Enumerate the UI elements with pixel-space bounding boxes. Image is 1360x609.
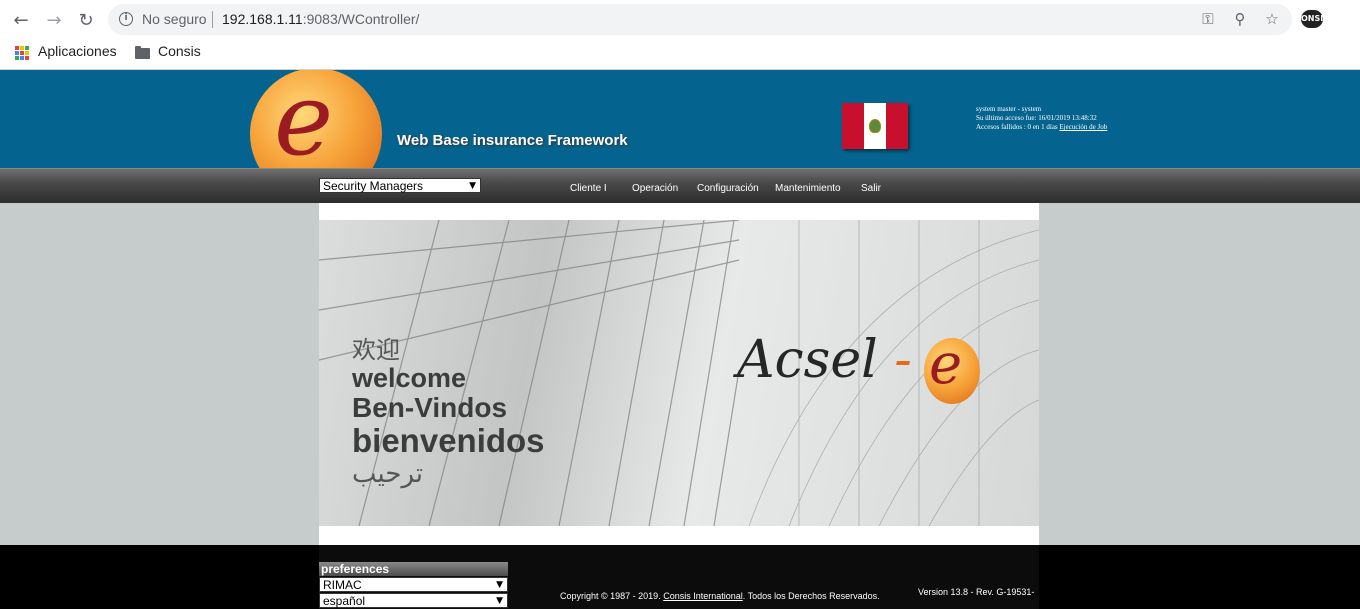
dropdown-arrow-icon: ▼ [496, 580, 503, 590]
last-access: Su último acceso fue: 16/01/2019 13:48:3… [976, 114, 1097, 122]
apps-grid-icon[interactable] [15, 46, 29, 60]
acsel-e-letter: e [929, 332, 963, 397]
info-icon[interactable]: i [119, 12, 133, 26]
user-name: system master - system [976, 105, 1042, 113]
greeting-chinese: 欢迎 [352, 337, 400, 364]
language-select[interactable]: español ▼ [319, 593, 508, 608]
failed-access: Accesos fallidos : 0 en 1 días [976, 123, 1058, 131]
preferences-title: preferences [319, 562, 508, 576]
tagline: Web Base insurance Framework [397, 132, 628, 149]
security-label[interactable]: No seguro [142, 11, 207, 27]
menu-bar: Security Managers ▼ Cliente I Operación C… [0, 168, 1360, 203]
greeting-english: welcome [352, 363, 467, 393]
divider [212, 11, 213, 28]
forward-arrow-icon[interactable]: → [42, 8, 66, 32]
peru-flag-icon [842, 103, 908, 149]
zoom-icon[interactable]: ⚲ [1230, 10, 1250, 30]
job-execution-link[interactable]: Ejecución de Job [1059, 123, 1107, 131]
greeting-portuguese: Ben-Vindos [352, 392, 508, 423]
consis-link[interactable]: Consis International [663, 591, 743, 601]
menu-cliente[interactable]: Cliente I [570, 183, 607, 194]
page-header: e Web Base insurance Framework system ma… [0, 70, 1360, 168]
e-logo: e [250, 70, 382, 168]
acsel-brand: Acsel - [737, 330, 912, 390]
module-select[interactable]: Security Managers ▼ [319, 178, 481, 193]
menu-mantenimiento[interactable]: Mantenimiento [775, 183, 841, 194]
company-select[interactable]: RIMAC ▼ [319, 577, 508, 592]
extension-icon[interactable]: ONSI [1301, 10, 1323, 28]
greeting-arabic: ترحيب [352, 458, 424, 488]
url-text[interactable]: 192.168.1.11:9083/WController/ [222, 11, 419, 27]
version-text: Version 13.8 - Rev. G-19531- [918, 587, 1035, 597]
copyright-text: Copyright © 1987 - 2019. Consis Internat… [560, 591, 880, 601]
back-arrow-icon[interactable]: ← [9, 8, 33, 32]
menu-configuracion[interactable]: Configuración [697, 183, 759, 194]
bookmarks-bar: Aplicaciones Consis [0, 38, 1360, 70]
dropdown-arrow-icon: ▼ [469, 181, 476, 191]
key-icon[interactable]: ⚿ [1198, 10, 1218, 30]
greeting-spanish: bienvenidos [352, 422, 545, 459]
bookmark-consis[interactable]: Consis [158, 43, 201, 59]
reload-icon[interactable]: ↻ [74, 8, 98, 32]
dropdown-arrow-icon: ▼ [496, 596, 503, 606]
welcome-banner: 欢迎 welcome Ben-Vindos bienvenidos ترحيب … [319, 220, 1039, 526]
menu-operacion[interactable]: Operación [632, 183, 678, 194]
main-content: 欢迎 welcome Ben-Vindos bienvenidos ترحيب … [319, 203, 1039, 545]
menu-salir[interactable]: Salir [861, 183, 881, 194]
bookmark-apps[interactable]: Aplicaciones [38, 43, 117, 59]
user-info: system master - system Su último acceso … [976, 105, 1107, 132]
star-icon[interactable]: ☆ [1262, 10, 1282, 30]
address-bar[interactable]: i No seguro 192.168.1.11:9083/WControlle… [108, 4, 1292, 35]
folder-icon[interactable] [135, 46, 150, 59]
browser-toolbar: ← → ↻ i No seguro 192.168.1.11:9083/WCon… [0, 0, 1360, 38]
